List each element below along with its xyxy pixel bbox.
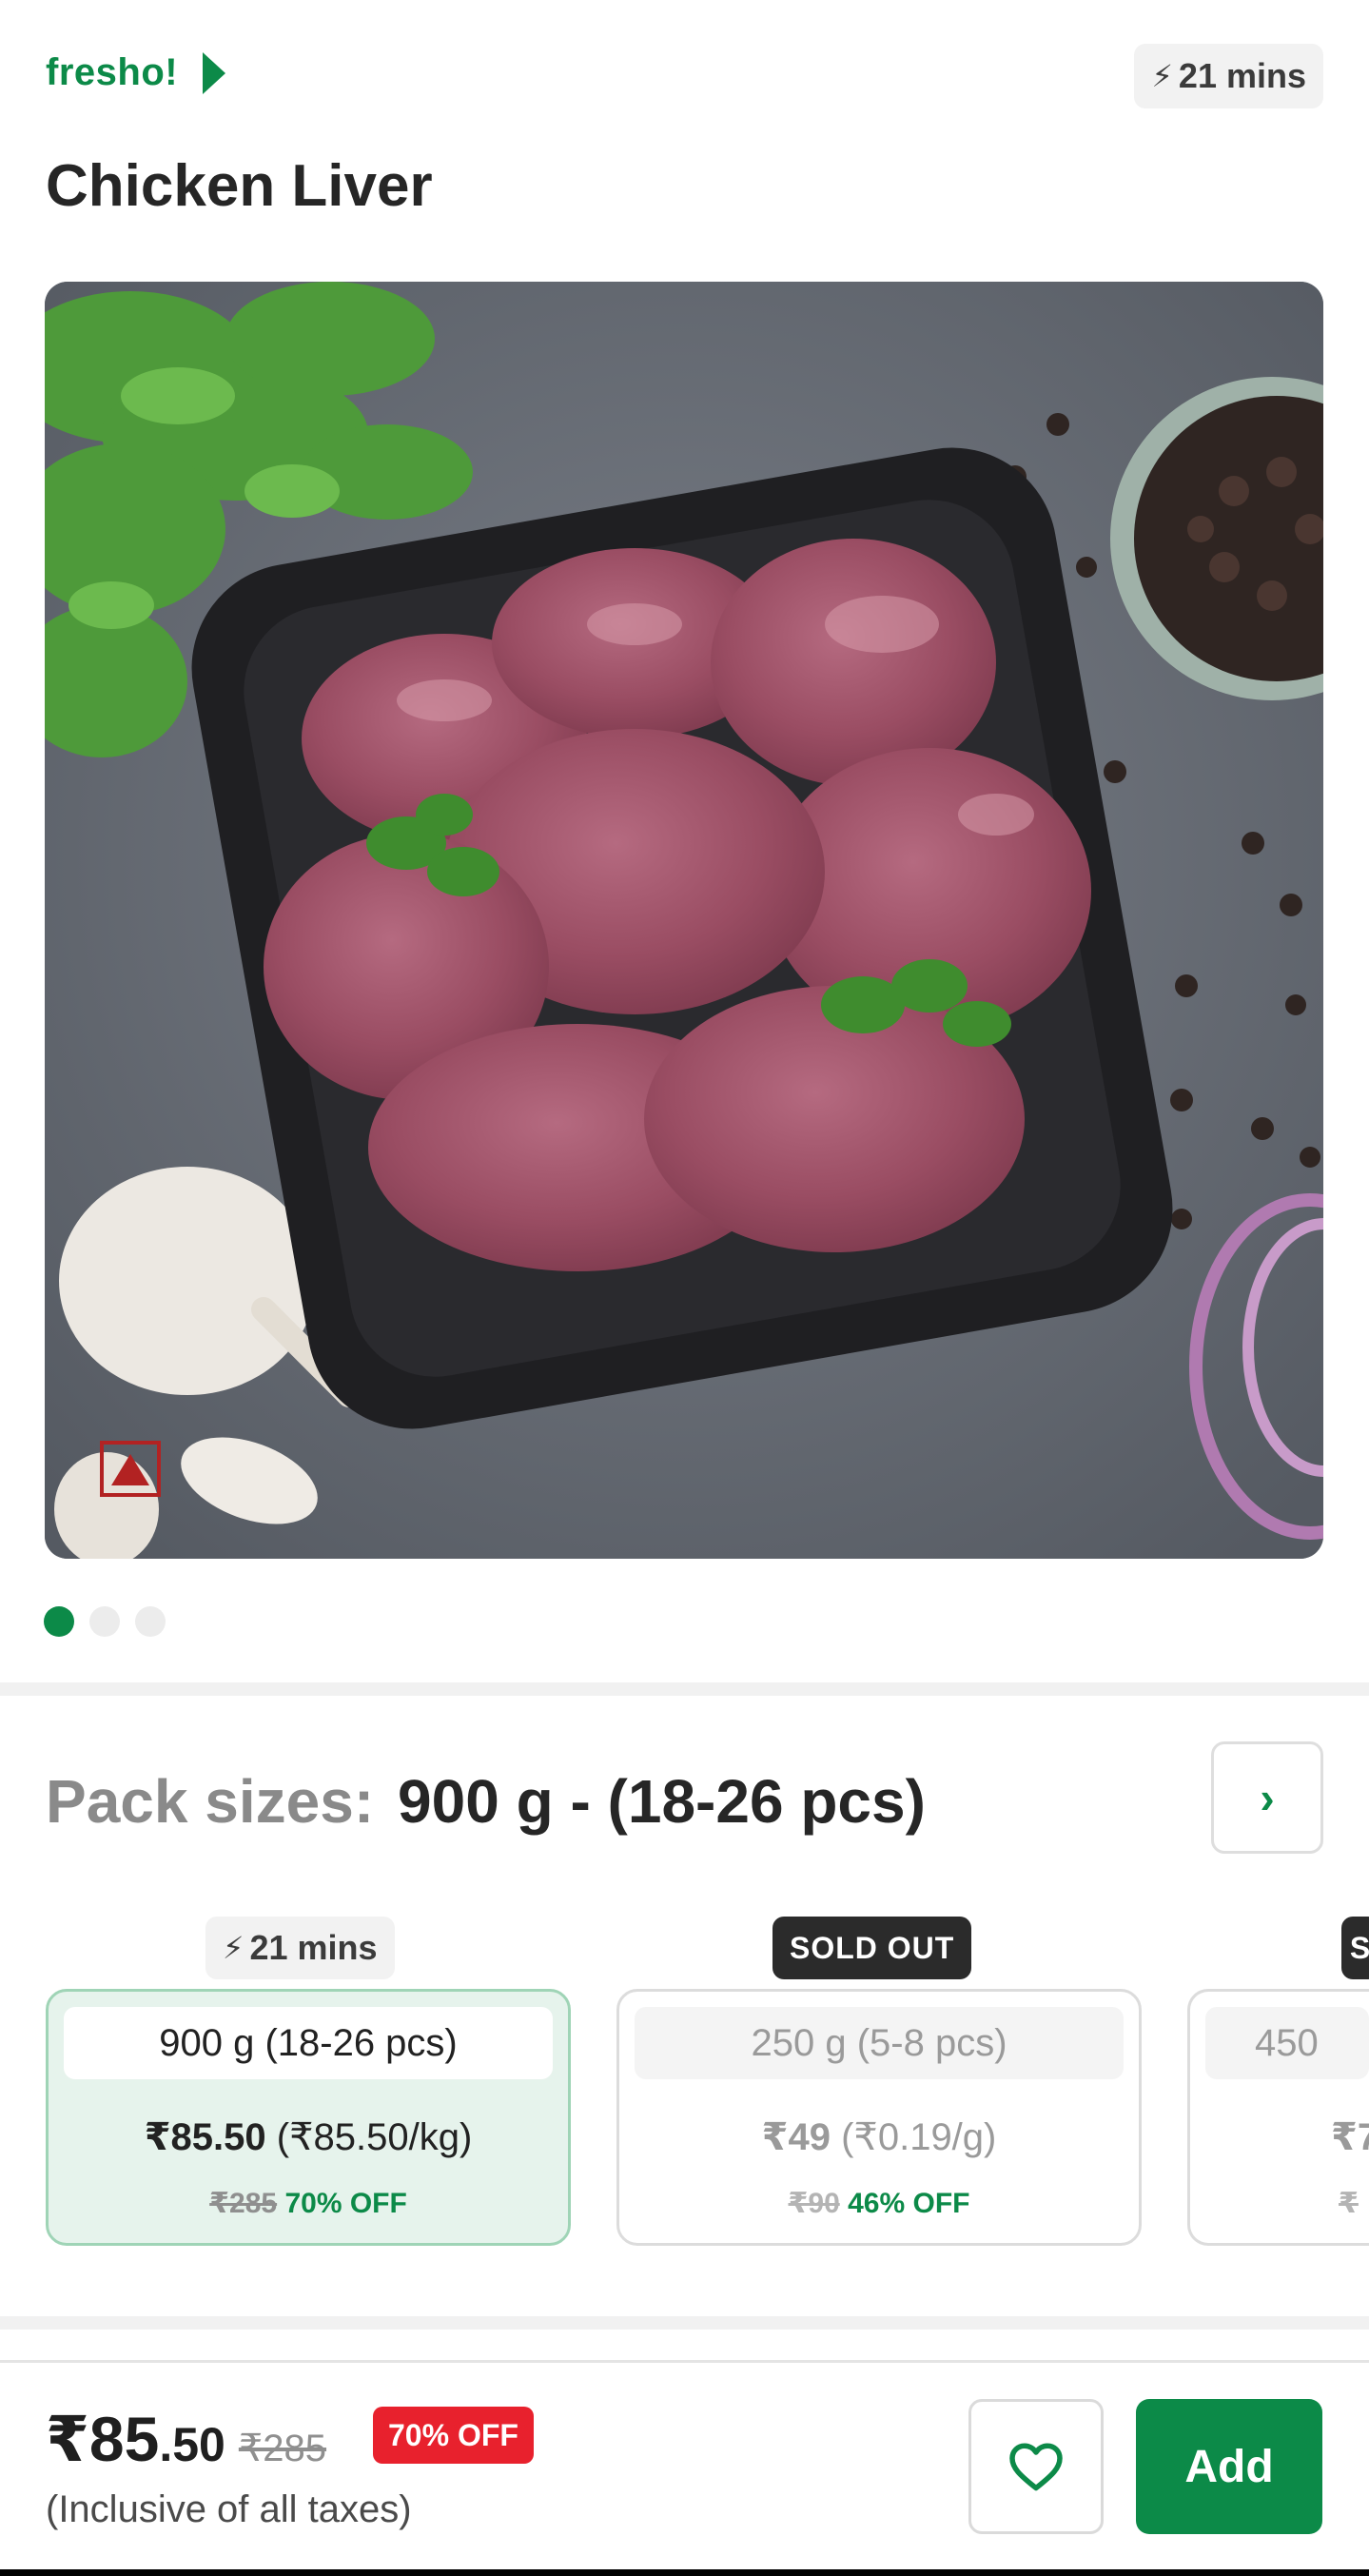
variant-discount-line: ₹90 46% OFF (619, 2187, 1139, 2220)
lightning-icon: ⚡ (223, 1931, 244, 1965)
variant-size: 250 g (5-8 pcs) (635, 2007, 1124, 2079)
carousel-dot-2[interactable] (89, 1606, 120, 1637)
image-carousel-dots (44, 1606, 166, 1637)
variant-eta-badge: ⚡ 21 mins (205, 1917, 395, 1979)
variant-mrp: ₹ (1339, 2188, 1359, 2219)
variant-discount-line: ₹285 70% OFF (49, 2187, 568, 2220)
top-header: fresho! ⚡ 21 mins (46, 38, 1323, 114)
play-arrow-icon (203, 51, 226, 94)
variant-card-900g[interactable]: 900 g (18-26 pcs) ₹85.50 (₹85.50/kg) ₹28… (46, 1989, 571, 2246)
bottom-price-decimal: .50 (159, 2418, 225, 2471)
bottom-price-whole: ₹85 (46, 2404, 160, 2474)
variant-card-250g[interactable]: 250 g (5-8 pcs) ₹49 (₹0.19/g) ₹90 46% OF… (616, 1989, 1142, 2246)
heart-icon (1009, 2443, 1063, 2491)
delivery-eta-text: 21 mins (1178, 56, 1306, 95)
variant-off: 70% OFF (284, 2188, 407, 2219)
product-image[interactable] (45, 282, 1323, 1559)
system-nav-edge (0, 2569, 1369, 2576)
variant-price-line: ₹85.50 (₹85.50/kg) (49, 2115, 568, 2159)
variant-eta-text: 21 mins (249, 1928, 378, 1967)
product-photo (45, 282, 1323, 1559)
pack-size-label: Pack sizes: (46, 1767, 375, 1836)
pack-size-selected: 900 g - (18-26 pcs) (398, 1767, 926, 1836)
variant-price: ₹85.50 (144, 2116, 266, 2158)
wishlist-button[interactable] (968, 2399, 1104, 2534)
bottom-mrp: ₹285 (238, 2428, 327, 2469)
section-divider (0, 2316, 1369, 2330)
variant-price-line: ₹7 (1190, 2115, 1369, 2159)
delivery-eta-badge: ⚡ 21 mins (1134, 44, 1323, 108)
lightning-icon: ⚡ (1151, 59, 1173, 93)
bottom-price: ₹85.50 ₹285 (46, 2403, 326, 2476)
brand-name: fresho! (46, 51, 179, 93)
section-divider (0, 1682, 1369, 1696)
variant-mrp: ₹90 (788, 2188, 840, 2219)
brand-link[interactable]: fresho! (46, 51, 226, 94)
variant-unit-price: (₹85.50/kg) (276, 2116, 473, 2158)
variant-discount-line: ₹ (1190, 2187, 1369, 2220)
variant-off: 46% OFF (848, 2188, 970, 2219)
sold-out-badge-partial: S (1341, 1917, 1369, 1979)
bottom-discount-badge: 70% OFF (373, 2407, 534, 2464)
variant-price: ₹49 (761, 2116, 831, 2158)
carousel-dot-1[interactable] (44, 1606, 74, 1637)
variant-unit-price: (₹0.19/g) (841, 2116, 997, 2158)
variant-card-450g[interactable]: 450 ₹7 ₹ (1187, 1989, 1369, 2246)
product-title: Chicken Liver (46, 153, 433, 219)
tax-note: (Inclusive of all taxes) (46, 2488, 412, 2530)
chevron-right-icon: › (1260, 1773, 1275, 1822)
carousel-dot-3[interactable] (135, 1606, 166, 1637)
pack-size-selector: Pack sizes: 900 g - (18-26 pcs) › (46, 1741, 1323, 1856)
bottom-price-main: ₹85.50 (46, 2403, 225, 2476)
variant-size: 900 g (18-26 pcs) (64, 2007, 553, 2079)
variant-price: ₹7 (1331, 2116, 1369, 2158)
bottom-action-bar: ₹85.50 ₹285 70% OFF (Inclusive of all ta… (0, 2360, 1369, 2576)
add-to-cart-button[interactable]: Add (1136, 2399, 1322, 2534)
sold-out-badge: SOLD OUT (773, 1917, 972, 1979)
pack-size-next-button[interactable]: › (1211, 1741, 1323, 1854)
variant-size: 450 (1205, 2007, 1369, 2079)
variant-mrp: ₹285 (209, 2188, 278, 2219)
variant-price-line: ₹49 (₹0.19/g) (619, 2115, 1139, 2159)
